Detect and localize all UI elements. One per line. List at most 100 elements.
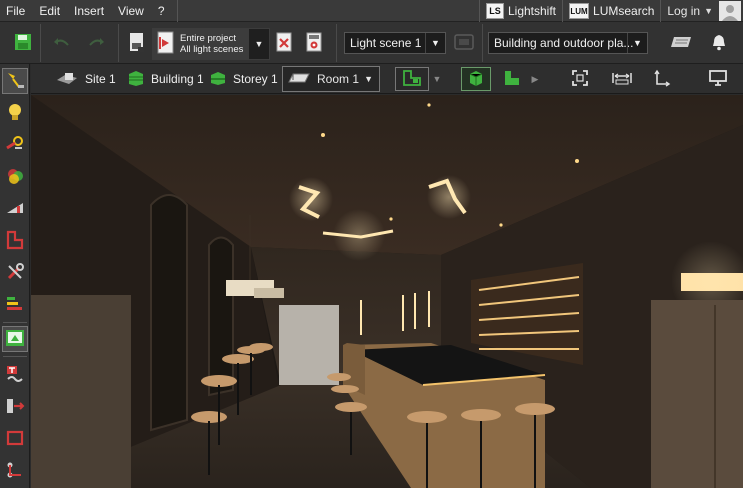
color-tool-button[interactable] bbox=[2, 164, 28, 190]
floor-plan-view-dropdown[interactable]: ▼ bbox=[429, 67, 445, 91]
floor-plan-view-button[interactable] bbox=[395, 67, 429, 91]
report-icon bbox=[128, 31, 146, 56]
3d-view-button[interactable] bbox=[461, 67, 491, 91]
save-icon bbox=[13, 32, 33, 55]
text-annotation-icon bbox=[5, 364, 25, 387]
color-circles-icon bbox=[5, 166, 25, 189]
frame-tool-button[interactable] bbox=[2, 426, 28, 452]
menu-help[interactable]: ? bbox=[152, 0, 173, 22]
magnifier-icon bbox=[5, 134, 25, 157]
notifications-button[interactable] bbox=[706, 30, 732, 56]
chevron-right-icon: ▶ bbox=[531, 73, 539, 84]
light-bulb-icon bbox=[6, 102, 24, 125]
breadcrumb-site-label: Site 1 bbox=[85, 72, 116, 86]
energy-tool-button[interactable] bbox=[2, 292, 28, 318]
calculate-icon bbox=[306, 32, 322, 55]
redo-button[interactable] bbox=[84, 30, 110, 56]
project-scope-line1: Entire project bbox=[180, 33, 236, 44]
left-tool-sidebar bbox=[0, 64, 30, 488]
height-arrow-icon bbox=[652, 68, 672, 91]
menu-insert[interactable]: Insert bbox=[68, 0, 112, 22]
breadcrumb: Site 1 Building 1 Storey 1 Room 1 ▼ ▼ ▶ bbox=[31, 64, 743, 94]
energy-label-icon bbox=[5, 294, 25, 317]
breadcrumb-room-label: Room 1 bbox=[317, 72, 360, 86]
calculate-button[interactable] bbox=[302, 30, 326, 56]
chevron-down-icon: ▼ bbox=[432, 74, 442, 84]
wrench-icon bbox=[5, 262, 25, 285]
avatar[interactable] bbox=[719, 1, 741, 21]
save-button[interactable] bbox=[10, 30, 36, 56]
main-toolbar: Entire project All light scenes ▼ Light … bbox=[0, 22, 743, 64]
3d-viewport[interactable] bbox=[31, 95, 743, 488]
delete-icon bbox=[276, 32, 292, 55]
section-icon bbox=[5, 396, 25, 419]
text-annotation-button[interactable] bbox=[2, 362, 28, 388]
fit-view-button[interactable] bbox=[565, 67, 595, 91]
breadcrumb-room-select[interactable]: Room 1 ▼ bbox=[282, 66, 380, 92]
menu-edit[interactable]: Edit bbox=[33, 0, 68, 22]
measure-distance-button[interactable] bbox=[607, 67, 637, 91]
light-scene-select[interactable]: Light scene 1 ▼ bbox=[344, 32, 446, 54]
luminaire-tool-button[interactable] bbox=[2, 68, 28, 94]
menu-file[interactable]: File bbox=[0, 0, 33, 22]
undo-button[interactable] bbox=[48, 30, 74, 56]
breadcrumb-storey[interactable]: Storey 1 bbox=[209, 68, 278, 90]
light-scene-value: Light scene 1 bbox=[350, 36, 422, 50]
lumsearch-link[interactable]: LUM LUMsearch bbox=[562, 0, 660, 22]
room-icon bbox=[287, 70, 311, 89]
breadcrumb-site[interactable]: Site 1 bbox=[55, 68, 116, 90]
lumsearch-logo: LUM bbox=[569, 3, 590, 19]
light-bulb-tool-button[interactable] bbox=[2, 100, 28, 126]
measure-tool-button[interactable] bbox=[2, 132, 28, 158]
ruler-icon bbox=[611, 69, 633, 90]
login-menu[interactable]: Log in ▼ bbox=[660, 0, 719, 22]
menu-view[interactable]: View bbox=[112, 0, 152, 22]
keyboard-icon bbox=[670, 35, 692, 52]
building-icon bbox=[127, 69, 151, 90]
undo-icon bbox=[52, 36, 70, 51]
dimming-tool-button[interactable] bbox=[2, 196, 28, 222]
view-mode-value: Building and outdoor pla... bbox=[494, 36, 634, 50]
chevron-down-icon: ▼ bbox=[627, 33, 647, 53]
scene-view-icon bbox=[5, 328, 25, 351]
view-mode-select[interactable]: Building and outdoor pla... ▼ bbox=[488, 32, 648, 54]
lightshift-link[interactable]: LS Lightshift bbox=[478, 0, 562, 22]
path-tool-button[interactable] bbox=[2, 458, 28, 484]
view-expand-button[interactable]: ▶ bbox=[527, 67, 543, 91]
breadcrumb-storey-label: Storey 1 bbox=[233, 72, 278, 86]
luminaire-icon bbox=[5, 70, 25, 93]
l-shape-view-button[interactable] bbox=[497, 67, 527, 91]
presentation-mode-button[interactable] bbox=[703, 67, 733, 91]
room-shape-tool-button[interactable] bbox=[2, 228, 28, 254]
tools-button[interactable] bbox=[2, 260, 28, 286]
dimming-ramp-icon bbox=[5, 199, 25, 220]
delete-calculation-button[interactable] bbox=[272, 30, 296, 56]
scene-view-button[interactable] bbox=[2, 326, 28, 352]
chevron-down-icon: ▼ bbox=[254, 39, 264, 49]
chevron-down-icon: ▼ bbox=[364, 74, 373, 84]
breadcrumb-building-label: Building 1 bbox=[151, 72, 204, 86]
sidebar-divider bbox=[3, 356, 27, 357]
project-scope-line2: All light scenes bbox=[180, 44, 244, 55]
report-button[interactable] bbox=[126, 30, 148, 56]
frame-icon bbox=[5, 428, 25, 451]
redo-icon bbox=[88, 36, 106, 51]
breadcrumb-building[interactable]: Building 1 bbox=[127, 68, 204, 90]
project-document-icon bbox=[156, 31, 176, 58]
keyboard-button[interactable] bbox=[668, 30, 694, 56]
light-scene-settings-icon bbox=[454, 33, 474, 53]
height-measure-button[interactable] bbox=[647, 67, 677, 91]
room-render bbox=[31, 95, 743, 488]
section-tool-button[interactable] bbox=[2, 394, 28, 420]
menu-divider bbox=[176, 0, 178, 22]
chevron-down-icon: ▼ bbox=[704, 6, 713, 16]
light-scene-settings-button[interactable] bbox=[452, 30, 476, 56]
lumsearch-label: LUMsearch bbox=[593, 4, 655, 18]
menu-right-group: LS Lightshift LUM LUMsearch Log in ▼ bbox=[478, 0, 743, 22]
sidebar-divider bbox=[3, 322, 27, 323]
project-scope-dropdown[interactable]: ▼ bbox=[249, 29, 269, 59]
toolbar-divider bbox=[118, 24, 119, 62]
cube-icon bbox=[467, 69, 485, 90]
l-shape-icon bbox=[502, 69, 522, 90]
path-icon bbox=[5, 460, 25, 483]
